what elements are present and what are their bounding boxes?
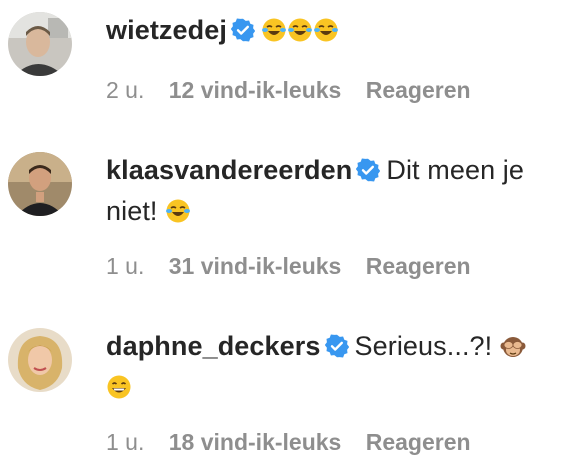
comment-message-continued: niet! xyxy=(106,196,158,226)
face-with-tears-of-joy-emoji xyxy=(261,18,286,42)
comment-text: wietzedej xyxy=(106,10,562,51)
username-link[interactable]: daphne_deckers xyxy=(106,331,321,361)
verified-badge-icon xyxy=(356,158,381,182)
verified-badge-icon xyxy=(324,334,349,358)
comment-list: wietzedej 2 u. 12 vind-ik-leuks Reageren… xyxy=(0,0,578,466)
avatar[interactable] xyxy=(8,152,72,216)
comment-timestamp[interactable]: 1 u. xyxy=(106,429,144,455)
likes-count[interactable]: 12 vind-ik-leuks xyxy=(169,77,342,103)
comment-meta: 1 u. 18 vind-ik-leuks Reageren xyxy=(106,429,489,456)
comment-message: Dit meen je xyxy=(386,155,525,185)
face-with-tears-of-joy-emoji xyxy=(313,18,338,42)
verified-badge-icon xyxy=(230,18,255,42)
face-with-tears-of-joy-emoji xyxy=(287,18,312,42)
face-with-tears-of-joy-emoji xyxy=(166,199,191,223)
comment-timestamp[interactable]: 1 u. xyxy=(106,253,144,279)
username-link[interactable]: wietzedej xyxy=(106,15,227,45)
reply-button[interactable]: Reageren xyxy=(366,429,471,455)
comment-timestamp[interactable]: 2 u. xyxy=(106,77,144,103)
grinning-face-emoji xyxy=(107,375,131,399)
comment-meta: 2 u. 12 vind-ik-leuks Reageren xyxy=(106,77,489,104)
comment-text: klaasvandereerden Dit meen je niet! xyxy=(106,150,562,232)
likes-count[interactable]: 31 vind-ik-leuks xyxy=(169,253,342,279)
reply-button[interactable]: Reageren xyxy=(366,77,471,103)
emoji-group xyxy=(261,15,339,45)
see-no-evil-monkey-emoji xyxy=(500,337,526,357)
avatar[interactable] xyxy=(8,12,72,76)
comment-meta: 1 u. 31 vind-ik-leuks Reageren xyxy=(106,253,489,280)
username-link[interactable]: klaasvandereerden xyxy=(106,155,352,185)
reply-button[interactable]: Reageren xyxy=(366,253,471,279)
comment-text: daphne_deckers Serieus...?! xyxy=(106,326,562,408)
likes-count[interactable]: 18 vind-ik-leuks xyxy=(169,429,342,455)
comment-message: Serieus...?! xyxy=(354,331,493,361)
avatar[interactable] xyxy=(8,328,72,392)
